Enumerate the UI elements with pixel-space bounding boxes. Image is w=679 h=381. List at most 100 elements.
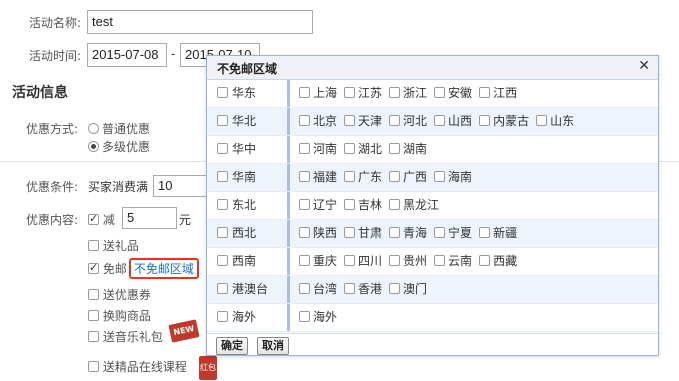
- province-checkbox-item[interactable]: 重庆: [299, 248, 337, 275]
- province-checkbox[interactable]: [344, 87, 356, 98]
- province-checkbox[interactable]: [389, 227, 401, 238]
- option-gift[interactable]: 送礼品: [88, 237, 139, 254]
- region-checkbox[interactable]: [217, 199, 228, 210]
- option-music-gift[interactable]: 送音乐礼包: [88, 328, 163, 345]
- region-checkbox-item[interactable]: 西南: [207, 248, 287, 275]
- province-checkbox-item[interactable]: 新疆: [479, 220, 517, 247]
- region-checkbox-item[interactable]: 华东: [207, 80, 287, 107]
- province-checkbox[interactable]: [536, 115, 548, 126]
- province-checkbox-item[interactable]: 山东: [536, 108, 574, 135]
- province-checkbox[interactable]: [479, 87, 491, 98]
- option-exchange[interactable]: 换购商品: [88, 307, 151, 324]
- region-checkbox-item[interactable]: 海外: [207, 304, 287, 331]
- confirm-button[interactable]: 确定: [216, 337, 248, 355]
- province-checkbox-item[interactable]: 贵州: [389, 248, 427, 275]
- province-checkbox[interactable]: [299, 143, 310, 154]
- province-checkbox[interactable]: [299, 87, 310, 98]
- online-course-checkbox[interactable]: [88, 361, 99, 372]
- province-checkbox[interactable]: [389, 255, 401, 266]
- gift-checkbox[interactable]: [88, 240, 99, 251]
- province-checkbox[interactable]: [299, 171, 310, 182]
- province-checkbox-item[interactable]: 北京: [299, 108, 337, 135]
- region-checkbox[interactable]: [217, 255, 228, 266]
- activity-name-input[interactable]: test: [87, 10, 313, 34]
- region-checkbox[interactable]: [217, 283, 228, 294]
- region-checkbox[interactable]: [217, 311, 228, 322]
- region-checkbox[interactable]: [217, 115, 228, 126]
- province-checkbox[interactable]: [434, 87, 446, 98]
- option-coupon[interactable]: 送优惠券: [88, 286, 151, 303]
- province-checkbox-item[interactable]: 西藏: [479, 248, 517, 275]
- province-checkbox-item[interactable]: 陕西: [299, 220, 337, 247]
- exchange-checkbox[interactable]: [88, 310, 99, 321]
- province-checkbox-item[interactable]: 宁夏: [434, 220, 472, 247]
- province-checkbox-item[interactable]: 上海: [299, 80, 337, 107]
- province-checkbox[interactable]: [344, 171, 356, 182]
- option-reduce[interactable]: 减: [88, 211, 115, 228]
- province-checkbox[interactable]: [299, 199, 310, 210]
- region-checkbox-item[interactable]: 西北: [207, 220, 287, 247]
- reduce-amount-input[interactable]: 5: [122, 207, 177, 229]
- option-online-course[interactable]: 送精品在线课程: [88, 358, 187, 375]
- region-checkbox[interactable]: [217, 143, 228, 154]
- province-checkbox-item[interactable]: 广西: [389, 164, 427, 191]
- region-checkbox-item[interactable]: 东北: [207, 192, 287, 219]
- province-checkbox[interactable]: [389, 171, 401, 182]
- province-checkbox[interactable]: [344, 283, 356, 294]
- no-free-shipping-area-link[interactable]: 不免邮区域: [128, 258, 199, 279]
- province-checkbox-item[interactable]: 海外: [299, 304, 337, 331]
- coupon-checkbox[interactable]: [88, 289, 99, 300]
- province-checkbox-item[interactable]: 黑龙江: [389, 192, 439, 219]
- province-checkbox-item[interactable]: 安徽: [434, 80, 472, 107]
- province-checkbox[interactable]: [344, 227, 356, 238]
- province-checkbox-item[interactable]: 甘肃: [344, 220, 382, 247]
- province-checkbox-item[interactable]: 台湾: [299, 276, 337, 303]
- province-checkbox[interactable]: [389, 283, 401, 294]
- province-checkbox[interactable]: [434, 171, 446, 182]
- province-checkbox-item[interactable]: 辽宁: [299, 192, 337, 219]
- region-checkbox[interactable]: [217, 227, 228, 238]
- region-checkbox[interactable]: [217, 171, 228, 182]
- province-checkbox[interactable]: [344, 255, 356, 266]
- province-checkbox-item[interactable]: 山西: [434, 108, 472, 135]
- region-checkbox-item[interactable]: 华北: [207, 108, 287, 135]
- province-checkbox-item[interactable]: 河北: [389, 108, 427, 135]
- cancel-button[interactable]: 取消: [257, 337, 289, 355]
- province-checkbox-item[interactable]: 河南: [299, 136, 337, 163]
- region-checkbox-item[interactable]: 华南: [207, 164, 287, 191]
- province-checkbox-item[interactable]: 香港: [344, 276, 382, 303]
- province-checkbox[interactable]: [434, 227, 446, 238]
- condition-amount-input[interactable]: 10: [153, 175, 209, 197]
- province-checkbox[interactable]: [344, 199, 356, 210]
- province-checkbox[interactable]: [299, 227, 310, 238]
- province-checkbox[interactable]: [299, 255, 310, 266]
- province-checkbox-item[interactable]: 天津: [344, 108, 382, 135]
- province-checkbox-item[interactable]: 湖北: [344, 136, 382, 163]
- province-checkbox[interactable]: [344, 143, 356, 154]
- province-checkbox-item[interactable]: 海南: [434, 164, 472, 191]
- province-checkbox-item[interactable]: 湖南: [389, 136, 427, 163]
- province-checkbox[interactable]: [299, 115, 310, 126]
- province-checkbox-item[interactable]: 广东: [344, 164, 382, 191]
- reduce-checkbox[interactable]: [88, 212, 99, 225]
- province-checkbox[interactable]: [479, 255, 491, 266]
- radio-indicator[interactable]: [88, 141, 99, 152]
- province-checkbox-item[interactable]: 青海: [389, 220, 427, 247]
- close-icon[interactable]: ✕: [638, 58, 650, 74]
- province-checkbox[interactable]: [389, 87, 401, 98]
- province-checkbox[interactable]: [434, 255, 446, 266]
- province-checkbox[interactable]: [389, 199, 401, 210]
- province-checkbox-item[interactable]: 吉林: [344, 192, 382, 219]
- radio-normal-discount[interactable]: 普通优惠: [88, 120, 150, 137]
- province-checkbox-item[interactable]: 江苏: [344, 80, 382, 107]
- province-checkbox-item[interactable]: 浙江: [389, 80, 427, 107]
- province-checkbox[interactable]: [344, 115, 356, 126]
- start-date-input[interactable]: 2015-07-08: [87, 43, 167, 67]
- radio-multi-discount[interactable]: 多级优惠: [88, 138, 150, 155]
- province-checkbox[interactable]: [299, 311, 310, 322]
- province-checkbox-item[interactable]: 内蒙古: [479, 108, 529, 135]
- free-shipping-checkbox[interactable]: [88, 261, 99, 274]
- province-checkbox[interactable]: [434, 115, 446, 126]
- music-gift-checkbox[interactable]: [88, 331, 99, 342]
- province-checkbox-item[interactable]: 福建: [299, 164, 337, 191]
